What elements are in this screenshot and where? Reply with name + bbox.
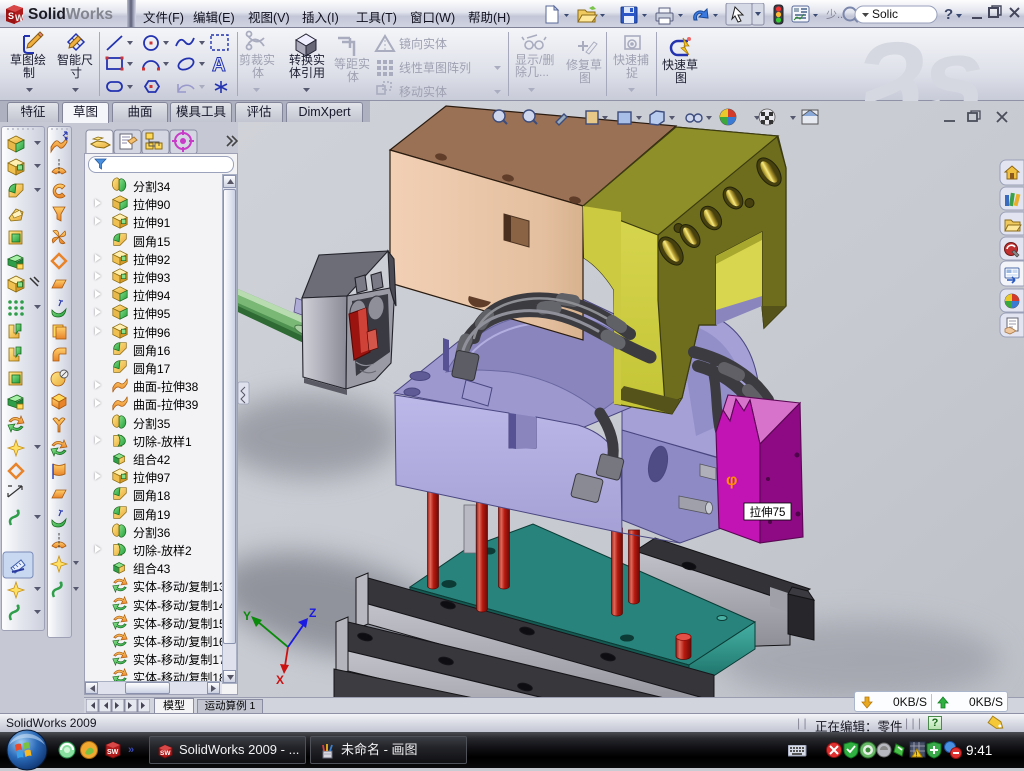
svg-text:线性草图阵列: 线性草图阵列 [399,61,471,75]
svg-text:寸: 寸 [70,66,82,80]
svg-text:φ: φ [726,472,737,489]
svg-text:W: W [15,13,24,23]
svg-text:A: A [212,55,226,76]
svg-text:Y: Y [243,609,251,623]
svg-text:Z: Z [309,606,316,620]
svg-text:SW: SW [107,749,119,756]
svg-text:移动实体: 移动实体 [399,84,447,99]
svg-text:图: 图 [675,71,687,85]
svg-text:快速捕: 快速捕 [613,52,649,67]
svg-text:快速草: 快速草 [662,58,698,72]
svg-text:图: 图 [579,71,591,85]
svg-text:除几...: 除几... [515,64,549,79]
svg-text:转换实: 转换实 [289,52,325,67]
svg-text:»: » [128,744,134,756]
svg-text:SW: SW [160,750,171,757]
svg-text:!: ! [916,752,918,759]
svg-text:Solic: Solic [872,7,898,21]
svg-text:体: 体 [347,70,359,84]
svg-text:Ȝs: Ȝs [850,28,988,101]
svg-text:体引用: 体引用 [289,66,325,80]
svg-text:体: 体 [252,66,264,80]
svg-text:修复草: 修复草 [566,57,602,72]
svg-text:S: S [8,11,14,21]
svg-text:等距实: 等距实 [334,56,370,71]
svg-text:智能尺: 智能尺 [57,52,93,67]
svg-text:少..: 少.. [826,8,843,21]
svg-text:X: X [276,673,284,687]
svg-text:?: ? [944,6,953,23]
svg-text:拉伸75: 拉伸75 [750,505,786,519]
svg-text:草图绘: 草图绘 [10,52,46,67]
svg-text:捉: 捉 [626,65,638,80]
svg-text:制: 制 [23,66,35,80]
svg-text:剪裁实: 剪裁实 [239,52,275,67]
svg-text:镜向实体: 镜向实体 [399,36,447,51]
